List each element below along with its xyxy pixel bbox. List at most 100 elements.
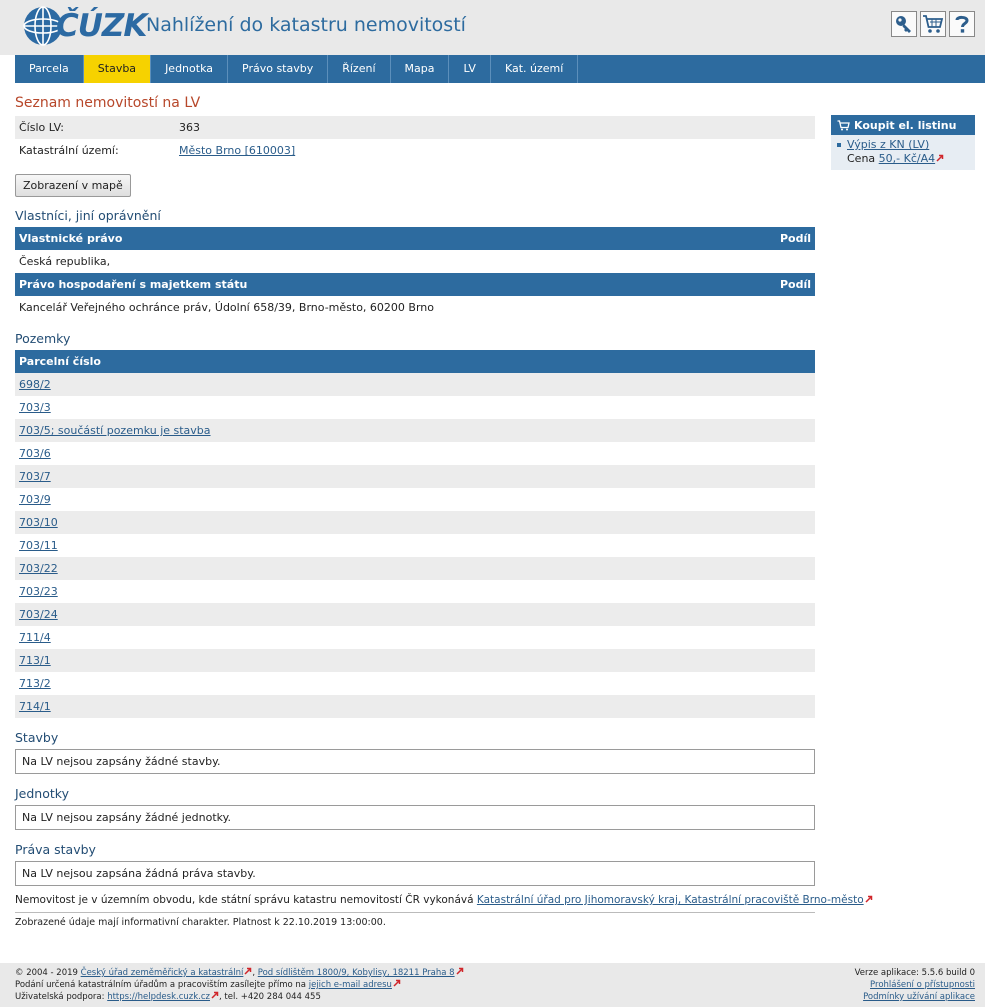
- table-row: 711/4: [15, 626, 815, 649]
- table-row: 703/7: [15, 465, 815, 488]
- owner-row: Česká republika,: [19, 255, 111, 268]
- show-on-map-button[interactable]: Zobrazení v mapě: [15, 174, 131, 197]
- login-button[interactable]: [891, 11, 917, 37]
- office-text: Nemovitost je v územním obvodu, kde stát…: [15, 894, 474, 906]
- table-row: 703/9: [15, 488, 815, 511]
- tab-kat-uzemi[interactable]: Kat. území: [491, 55, 579, 83]
- app-header: ČÚZK Nahlížení do katastru nemovitostí: [0, 0, 985, 55]
- parcel-link[interactable]: 703/23: [19, 585, 58, 598]
- cadastral-area-label: Katastrální území:: [19, 144, 119, 157]
- parcel-link[interactable]: 713/2: [19, 677, 51, 690]
- building-rights-section-title: Práva stavby: [15, 842, 96, 857]
- external-link-icon: [211, 991, 219, 999]
- footer-line-3: Uživatelská podpora: https://helpdesk.cu…: [15, 991, 321, 1002]
- table-row: 703/23: [15, 580, 815, 603]
- price-link[interactable]: 50,- Kč/A4: [879, 152, 944, 166]
- table-row: 714/1: [15, 695, 815, 718]
- units-empty-message: Na LV nejsou zapsány žádné jednotky.: [15, 805, 815, 830]
- lv-number-value: 363: [179, 121, 200, 134]
- parcels-header: Parcelní číslo: [15, 350, 815, 373]
- management-header-label: Právo hospodaření s majetkem státu: [19, 278, 248, 291]
- submission-text: Podání určená katastrálním úřadům a prac…: [15, 980, 306, 990]
- parcels-section-title: Pozemky: [15, 331, 71, 346]
- office-link[interactable]: Katastrální úřad pro Jihomoravský kraj, …: [477, 894, 873, 906]
- table-row: 698/2: [15, 373, 815, 396]
- parcel-link[interactable]: 713/1: [19, 654, 51, 667]
- tab-lv[interactable]: LV: [449, 55, 491, 83]
- parcel-link[interactable]: 703/9: [19, 493, 51, 506]
- key-icon: [896, 16, 911, 33]
- parcel-link[interactable]: 711/4: [19, 631, 51, 644]
- logo-text: ČÚZK: [56, 8, 147, 44]
- parcel-link[interactable]: 703/7: [19, 470, 51, 483]
- office-info: Nemovitost je v územním obvodu, kde stát…: [15, 892, 872, 908]
- app-title: Nahlížení do katastru nemovitostí: [146, 14, 466, 36]
- buildings-empty-message: Na LV nejsou zapsány žádné stavby.: [15, 749, 815, 774]
- footer-line-2: Podání určená katastrálním úřadům a prac…: [15, 979, 464, 991]
- price-label: Cena: [847, 152, 876, 165]
- management-share-label: Podíl: [779, 278, 811, 291]
- parcel-link[interactable]: 703/3: [19, 401, 51, 414]
- terms-link[interactable]: Podmínky užívání aplikace: [863, 992, 975, 1002]
- page-footer: © 2004 - 2019 Český úřad zeměměřický a k…: [0, 963, 985, 1007]
- copyright-text: © 2004 - 2019: [15, 968, 78, 978]
- support-label: Uživatelská podpora:: [15, 992, 105, 1002]
- owners-section-title: Vlastníci, jiní oprávnění: [15, 208, 161, 223]
- footer-right: Verze aplikace: 5.5.6 build 0 Prohlášení…: [855, 967, 975, 1003]
- tab-stavba[interactable]: Stavba: [83, 55, 152, 83]
- accessibility-link[interactable]: Prohlášení o přístupnosti: [870, 980, 975, 990]
- support-phone: tel. +420 284 044 455: [224, 992, 321, 1002]
- parcel-link[interactable]: 703/11: [19, 539, 58, 552]
- table-row: 703/10: [15, 511, 815, 534]
- help-button[interactable]: [949, 11, 975, 37]
- parcel-link[interactable]: 703/6: [19, 447, 51, 460]
- cart-icon: [923, 15, 944, 33]
- purchase-sidebar: Koupit el. listinu Výpis z KN (LV) Cena …: [831, 115, 975, 170]
- cart-button[interactable]: [920, 11, 946, 37]
- address-link[interactable]: Pod sídlištěm 1800/9, Kobylisy, 18211 Pr…: [258, 967, 464, 978]
- table-row: 703/6: [15, 442, 815, 465]
- external-link-icon: [936, 154, 944, 162]
- manager-row: Kancelář Veřejného ochránce práv, Údolní…: [19, 301, 434, 314]
- org-link[interactable]: Český úřad zeměměřický a katastrální: [81, 967, 253, 978]
- parcel-link[interactable]: 703/24: [19, 608, 58, 621]
- main-content: Seznam nemovitostí na LV Číslo LV: 363 K…: [15, 94, 872, 930]
- parcel-link[interactable]: 714/1: [19, 700, 51, 713]
- table-row: 713/1: [15, 649, 815, 672]
- helpdesk-link[interactable]: https://helpdesk.cuzk.cz: [107, 991, 219, 1002]
- lv-number-row: Číslo LV: 363: [15, 116, 815, 139]
- units-section-title: Jednotky: [15, 786, 69, 801]
- cadastral-area-link[interactable]: Město Brno [610003]: [179, 144, 295, 157]
- cadastral-area-row: Katastrální území: Město Brno [610003]: [15, 139, 815, 162]
- ownership-header-label: Vlastnické právo: [19, 232, 123, 245]
- purchase-header: Koupit el. listinu: [831, 115, 975, 135]
- cart-icon: [837, 119, 850, 130]
- parcel-link[interactable]: 703/10: [19, 516, 58, 529]
- parcel-list: 698/2 703/3 703/5; součástí pozemku je s…: [15, 373, 815, 718]
- tab-rizeni[interactable]: Řízení: [328, 55, 391, 83]
- purchase-title: Koupit el. listinu: [854, 118, 957, 132]
- table-row: 703/3: [15, 396, 815, 419]
- buildings-section-title: Stavby: [15, 730, 59, 745]
- submission-link[interactable]: jejich e-mail adresu: [309, 979, 401, 990]
- lv-number-label: Číslo LV:: [19, 121, 65, 134]
- tab-parcela[interactable]: Parcela: [15, 55, 84, 83]
- external-link-icon: [456, 967, 463, 975]
- page-title: Seznam nemovitostí na LV: [15, 95, 201, 111]
- tab-mapa[interactable]: Mapa: [391, 55, 450, 83]
- table-row: 703/5; součástí pozemku je stavba: [15, 419, 815, 442]
- tab-pravo-stavby[interactable]: Právo stavby: [228, 55, 329, 83]
- parcel-link[interactable]: 703/22: [19, 562, 58, 575]
- external-link-icon: [244, 967, 252, 975]
- external-link-icon: [865, 895, 872, 903]
- ownership-header: Vlastnické právo Podíl: [15, 227, 815, 250]
- cuzk-logo[interactable]: ČÚZK: [22, 3, 147, 49]
- bullet-icon: [837, 143, 841, 147]
- ownership-share-label: Podíl: [779, 232, 811, 245]
- validity-note: Zobrazené údaje mají informativní charak…: [15, 912, 815, 930]
- parcel-link[interactable]: 698/2: [19, 378, 51, 391]
- lv-extract-link[interactable]: Výpis z KN (LV): [847, 138, 929, 152]
- parcel-link[interactable]: 703/5; součástí pozemku je stavba: [19, 424, 211, 437]
- building-rights-empty-message: Na LV nejsou zapsána žádná práva stavby.: [15, 861, 815, 886]
- tab-jednotka[interactable]: Jednotka: [151, 55, 228, 83]
